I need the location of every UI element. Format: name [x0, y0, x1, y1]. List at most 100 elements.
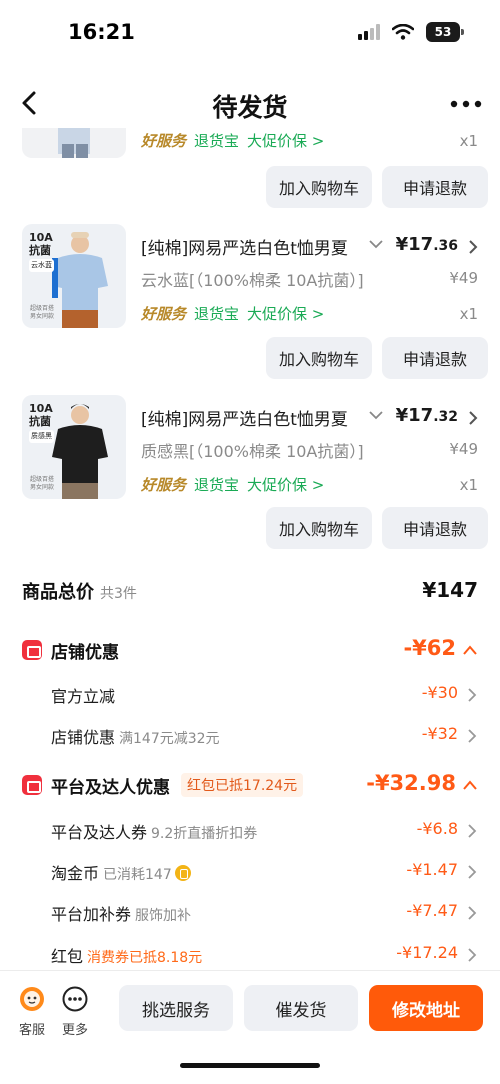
chevron-right-icon[interactable] [466, 409, 480, 427]
price-protect-tag[interactable]: 大促价保 > [247, 130, 324, 151]
home-indicator [180, 1063, 320, 1068]
chevron-right-icon[interactable] [466, 687, 478, 703]
shirt-image-icon [58, 128, 90, 158]
service-tags: 好服务 退货宝 大促价保 > [141, 303, 324, 324]
page-title: 待发货 [212, 93, 288, 122]
chevron-right-icon[interactable] [466, 823, 478, 839]
product-item[interactable]: 10A 抗菌 质感黑 超级百搭 男女同款 [纯棉]网易严选白色t恤男夏 ¥17.… [0, 395, 500, 505]
discount-label-text: 平台加补券 [51, 905, 132, 924]
item-actions: 加入购物车 申请退款 [266, 507, 488, 549]
item-actions: 加入购物车 申请退款 [266, 166, 488, 208]
discount-label-text: 平台及达人券 [51, 823, 148, 842]
chevron-up-icon[interactable] [462, 779, 478, 791]
chevron-right-icon[interactable] [466, 864, 478, 880]
discount-note: 消费券已抵8.18元 [87, 950, 203, 966]
product-thumbnail[interactable] [22, 128, 126, 158]
good-service-tag: 好服务 [141, 476, 187, 494]
red-packet-pill: 红包已抵17.24元 [181, 773, 304, 797]
discount-row[interactable]: 平台加补券 服饰加补 -¥7.47 [0, 898, 500, 928]
badge-sub: 质感黑 [29, 430, 54, 443]
status-icons: 53 [358, 22, 464, 42]
coupon-icon [22, 775, 42, 795]
chevron-right-icon[interactable] [466, 947, 478, 963]
product-thumbnail[interactable]: 10A 抗菌 质感黑 超级百搭 男女同款 [22, 395, 126, 499]
quantity: x1 [459, 132, 478, 150]
product-badge: 10A 抗菌 云水蓝 [29, 231, 54, 272]
product-title[interactable]: [纯棉]网易严选白色t恤男夏 [141, 405, 369, 430]
chevron-right-icon[interactable] [466, 728, 478, 744]
original-price: ¥49 [449, 269, 478, 287]
discount-label: 店铺优惠 满147元减32元 [51, 724, 220, 748]
thumb-footer: 超级百搭 男女同款 [30, 305, 55, 320]
discount-value: -¥7.47 [406, 901, 458, 920]
more-options-icon[interactable] [448, 90, 484, 118]
chevron-down-icon[interactable] [368, 234, 384, 254]
good-service-tag: 好服务 [141, 132, 187, 150]
platform-discount-header[interactable]: 平台及达人优惠 红包已抵17.24元 -¥32.98 [0, 771, 500, 805]
nav-bar: 待发货 [0, 80, 500, 130]
discount-value: -¥32 [421, 724, 458, 743]
shop-icon [22, 640, 42, 660]
customer-service-label: 客服 [18, 1023, 45, 1038]
add-to-cart-button[interactable]: 加入购物车 [266, 337, 372, 379]
thumb-footer: 超级百搭 男女同款 [30, 476, 55, 491]
return-insurance-tag: 退货宝 [194, 132, 240, 150]
discount-label: 平台及达人券 9.2折直播折扣券 [51, 819, 257, 843]
discount-label: 红包 消费券已抵8.18元 [51, 943, 202, 967]
discount-label-text: 官方立减 [51, 687, 116, 706]
good-service-tag: 好服务 [141, 305, 187, 323]
more-label: 更多 [61, 1023, 88, 1038]
more-button[interactable]: 更多 [55, 985, 95, 1038]
discount-row[interactable]: 淘金币 已消耗147 -¥1.47 [0, 857, 500, 887]
discount-value: -¥1.47 [406, 860, 458, 879]
service-tags: 好服务 退货宝 大促价保 > [141, 474, 324, 495]
discount-label: 官方立减 [51, 683, 115, 707]
price-integer: ¥17 [395, 405, 434, 426]
shop-discount-label: 店铺优惠 [51, 643, 119, 663]
discount-label-text: 红包 [51, 947, 84, 966]
total-label-text: 商品总价 [22, 582, 94, 603]
discount-row[interactable]: 官方立减 -¥30 [0, 680, 500, 710]
discount-row[interactable]: 平台及达人券 9.2折直播折扣券 -¥6.8 [0, 816, 500, 846]
platform-discount-label: 平台及达人优惠 [51, 778, 170, 798]
urge-shipment-button[interactable]: 催发货 [244, 985, 358, 1031]
price-protect-tag[interactable]: 大促价保 > [247, 303, 324, 324]
modify-address-button[interactable]: 修改地址 [369, 985, 483, 1031]
more-icon [62, 986, 88, 1012]
platform-discount-value: -¥32.98 [366, 771, 456, 795]
shop-discount-header[interactable]: 店铺优惠 -¥62 [0, 636, 500, 670]
shop-discount-value: -¥62 [403, 636, 456, 660]
chevron-right-icon[interactable] [466, 238, 480, 256]
status-time: 16:21 [68, 20, 135, 44]
price-protect-tag[interactable]: 大促价保 > [247, 474, 324, 495]
product-title[interactable]: [纯棉]网易严选白色t恤男夏 [141, 234, 369, 259]
chevron-right-icon[interactable] [466, 905, 478, 921]
goods-total-row: 商品总价 共3件 ¥147 [0, 572, 500, 612]
product-thumbnail[interactable]: 10A 抗菌 云水蓝 超级百搭 男女同款 [22, 224, 126, 328]
add-to-cart-button[interactable]: 加入购物车 [266, 166, 372, 208]
discount-value: -¥6.8 [416, 819, 458, 838]
request-refund-button[interactable]: 申请退款 [382, 337, 488, 379]
discount-row[interactable]: 红包 消费券已抵8.18元 -¥17.24 [0, 940, 500, 970]
chevron-down-icon[interactable] [368, 405, 384, 425]
request-refund-button[interactable]: 申请退款 [382, 166, 488, 208]
product-item[interactable]: 10A 抗菌 云水蓝 超级百搭 男女同款 [纯棉]网易严选白色t恤男夏 ¥17.… [0, 224, 500, 334]
add-to-cart-button[interactable]: 加入购物车 [266, 507, 372, 549]
request-refund-button[interactable]: 申请退款 [382, 507, 488, 549]
product-spec: 质感黑[（100%棉柔 10A抗菌）] [141, 442, 364, 461]
goods-total-value: ¥147 [422, 578, 478, 602]
taojinbi-coin-icon [174, 865, 191, 881]
discount-row[interactable]: 店铺优惠 满147元减32元 -¥32 [0, 721, 500, 751]
battery-icon: 53 [426, 22, 464, 42]
badge-sub: 云水蓝 [29, 259, 54, 272]
customer-service-icon [20, 987, 44, 1011]
original-price: ¥49 [449, 440, 478, 458]
pick-service-button[interactable]: 挑选服务 [119, 985, 233, 1031]
return-insurance-tag: 退货宝 [194, 305, 240, 323]
customer-service-button[interactable]: 客服 [12, 985, 52, 1038]
total-count: 共3件 [100, 586, 137, 602]
discount-note: 服饰加补 [135, 908, 192, 924]
quantity: x1 [459, 305, 478, 323]
chevron-up-icon[interactable] [462, 644, 478, 656]
bottom-action-bar: 客服 更多 挑选服务 催发货 修改地址 [0, 970, 500, 1084]
